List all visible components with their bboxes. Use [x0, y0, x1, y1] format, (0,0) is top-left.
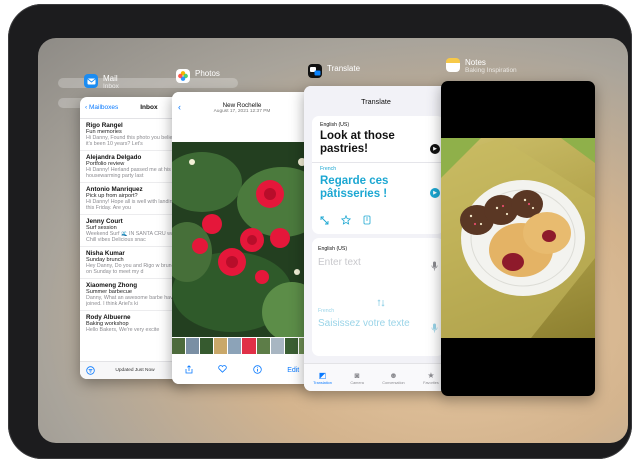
output-language-label: French — [318, 308, 335, 314]
message-preview: Hey Danny, Do you and Rigo w brunch on S… — [86, 263, 178, 276]
tab-label: Favorites — [423, 380, 439, 385]
pastries-photo[interactable] — [441, 138, 595, 338]
dictionary-icon[interactable] — [363, 212, 372, 230]
message-sender: Jenny Court — [86, 218, 123, 225]
translated-text: Regarde ces pâtisseries ! — [320, 175, 389, 200]
input-language-label: English (US) — [318, 246, 348, 252]
tab-camera[interactable]: ◙ Camera — [350, 371, 364, 385]
tab-favorites[interactable]: ★ Favorites — [423, 371, 439, 385]
mail-app-icon — [84, 74, 98, 88]
mail-app-subtitle: Inbox — [103, 83, 119, 90]
tab-translation[interactable]: ◩ Translation — [313, 371, 332, 385]
photos-header: ‹ New Rochelle August 17, 2021 12:37 PM — [172, 92, 312, 142]
tab-label: Camera — [350, 380, 364, 385]
translate-title: Translate — [304, 86, 448, 116]
play-source-audio-icon[interactable]: ▶ — [430, 144, 440, 154]
notes-app-card[interactable] — [441, 81, 595, 396]
message-preview: Weekend Surf 🌊 IN SANTA CRU waves Chill … — [86, 231, 183, 244]
tab-label: Translation — [313, 380, 332, 385]
message-sender: Xiaomeng Zhong — [86, 282, 138, 289]
camera-icon: ◙ — [354, 370, 360, 380]
microphone-icon[interactable] — [431, 320, 438, 338]
mailboxes-back-button[interactable]: ‹ Mailboxes — [85, 104, 118, 111]
updated-status: Updated Just Now — [115, 368, 155, 373]
message-sender: Rigo Rangel — [86, 122, 123, 129]
translation-input-box: English (US) Enter text French Saisissez… — [312, 238, 444, 356]
source-text: Look at those pastries! — [320, 130, 395, 155]
translate-app-name: Translate — [327, 64, 361, 73]
translation-icon: ◩ — [318, 370, 327, 380]
mail-app-label[interactable]: Mail Inbox — [84, 74, 119, 91]
photo-thumbnail-strip[interactable] — [172, 338, 312, 354]
tab-conversation[interactable]: ☻ Conversation — [382, 371, 404, 385]
message-preview: Danny, What an awesome barbe have joined… — [86, 295, 176, 308]
heart-icon[interactable] — [218, 365, 227, 375]
translate-app-icon — [308, 64, 322, 78]
photos-app-label[interactable]: Photos — [176, 69, 220, 83]
message-preview: Hello Bakers, We're very excite — [86, 327, 160, 333]
filter-icon[interactable] — [86, 362, 95, 380]
star-icon: ★ — [427, 370, 435, 380]
photo-date: August 17, 2021 12:37 PM — [213, 109, 271, 114]
mail-app-name: Mail — [103, 74, 118, 83]
enter-text-input[interactable]: Enter text — [318, 257, 361, 269]
source-language-label: English (US) — [320, 122, 350, 128]
translate-app-card[interactable]: Translate English (US) Look at those pas… — [304, 86, 448, 391]
translate-app-label[interactable]: Translate — [308, 64, 360, 78]
message-sender: Alejandra Delgado — [86, 154, 142, 161]
edit-button[interactable]: Edit — [287, 367, 299, 374]
star-icon[interactable] — [340, 212, 352, 230]
notes-app-label[interactable]: Notes Baking Inspiration — [446, 58, 517, 75]
photo-location: New Rochelle — [222, 102, 262, 109]
conversation-icon: ☻ — [389, 370, 398, 380]
photos-app-card[interactable]: ‹ New Rochelle August 17, 2021 12:37 PM — [172, 92, 312, 384]
play-translation-audio-icon[interactable]: ▶ — [430, 188, 440, 198]
photos-app-name: Photos — [195, 69, 220, 78]
microphone-icon[interactable] — [431, 258, 438, 276]
target-language-label: French — [320, 166, 337, 172]
photos-toolbar: Edit — [172, 356, 312, 384]
chevron-left-icon[interactable]: ‹ — [178, 102, 181, 112]
translate-tab-bar: ◩ Translation ◙ Camera ☻ Conversation ★ … — [304, 363, 448, 391]
message-sender: Nisha Kumar — [86, 250, 125, 257]
message-preview: Hi Danny! Hope all is well with landing … — [86, 199, 176, 212]
notes-app-subtitle: Baking Inspiration — [465, 67, 517, 74]
mailboxes-label: Mailboxes — [88, 104, 119, 111]
info-icon[interactable] — [253, 364, 262, 376]
output-placeholder-text: Saisissez votre texte — [318, 318, 410, 329]
notes-app-icon — [446, 58, 460, 72]
message-preview: Hi Danny! Herland passed me at his house… — [86, 167, 171, 180]
notes-app-name: Notes — [465, 58, 486, 67]
message-sender: Rody Albuerne — [86, 314, 131, 321]
expand-icon[interactable] — [320, 212, 329, 230]
inbox-title: Inbox — [140, 104, 158, 111]
tab-label: Conversation — [382, 380, 405, 385]
photos-app-icon — [176, 69, 190, 83]
message-preview: Hi Danny, Found this photo you believe i… — [86, 135, 179, 148]
message-sender: Antonio Manriquez — [86, 186, 143, 193]
flower-photo[interactable] — [172, 142, 312, 342]
divider — [312, 162, 444, 163]
share-icon[interactable] — [185, 364, 193, 376]
translation-result-box: English (US) Look at those pastries! ▶ F… — [312, 116, 444, 234]
